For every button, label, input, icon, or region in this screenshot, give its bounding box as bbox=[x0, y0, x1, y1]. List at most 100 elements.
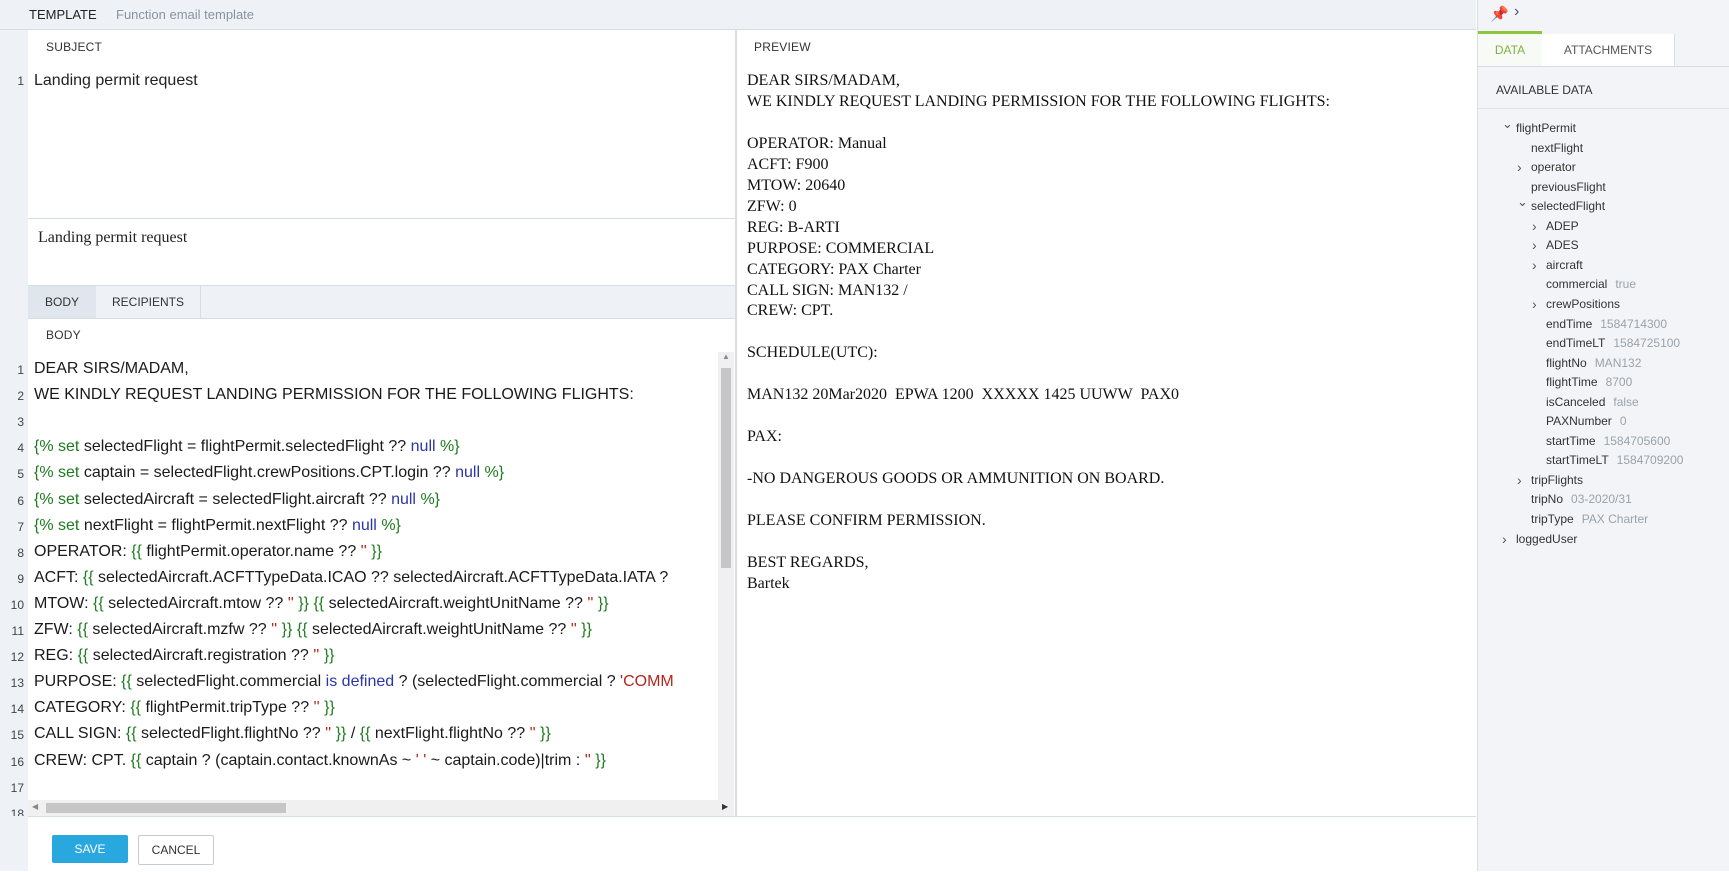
tree-item-label: flightNo bbox=[1546, 355, 1587, 370]
tree-item[interactable]: flightPermit bbox=[1516, 121, 1576, 135]
body-line-number: 14 bbox=[10, 702, 24, 717]
tree-item[interactable]: PAXNumber 0 bbox=[1546, 414, 1627, 428]
code-line[interactable]: ACFT: {{ selectedAircraft.ACFTTypeData.I… bbox=[34, 569, 668, 587]
tree-item[interactable]: nextFlight bbox=[1531, 141, 1583, 155]
code-vertical-scrollbar[interactable]: ▲ bbox=[718, 352, 734, 802]
tab-recipients[interactable]: RECIPIENTS bbox=[96, 286, 201, 318]
code-line[interactable]: {% set selectedFlight = flightPermit.sel… bbox=[34, 438, 460, 456]
code-line[interactable]: CREW: CPT. {{ captain ? (captain.contact… bbox=[34, 752, 606, 770]
chevron-down-icon[interactable]: ⌄ bbox=[1517, 194, 1528, 210]
tree-item[interactable]: endTime 1584714300 bbox=[1546, 317, 1667, 331]
preview-line: MAN132 20Mar2020 EPWA 1200 XXXXX 1425 UU… bbox=[747, 386, 1179, 404]
tree-item[interactable]: previousFlight bbox=[1531, 180, 1606, 194]
chevron-down-icon[interactable]: ⌄ bbox=[1502, 116, 1513, 132]
tree-item[interactable]: crewPositions bbox=[1546, 297, 1620, 311]
code-line[interactable]: REG: {{ selectedAircraft.registration ??… bbox=[34, 647, 335, 665]
code-line[interactable]: {% set selectedAircraft = selectedFlight… bbox=[34, 491, 440, 509]
subject-editor[interactable]: Landing permit request bbox=[28, 64, 735, 219]
tree-item[interactable]: tripFlights bbox=[1531, 473, 1583, 487]
code-line[interactable]: ZFW: {{ selectedAircraft.mzfw ?? '' }} {… bbox=[34, 621, 592, 639]
tab-body[interactable]: BODY bbox=[28, 286, 96, 318]
tree-item[interactable]: loggedUser bbox=[1516, 532, 1577, 546]
code-line[interactable]: {% set captain = selectedFlight.crewPosi… bbox=[34, 464, 504, 482]
preview-line: PURPOSE: COMMERCIAL bbox=[747, 239, 935, 257]
code-line[interactable]: DEAR SIRS/MADAM, bbox=[34, 360, 189, 378]
tree-item-value: 03-2020/31 bbox=[1571, 492, 1632, 507]
tree-item-value: 8700 bbox=[1605, 375, 1633, 390]
tree-item[interactable]: aircraft bbox=[1546, 258, 1583, 272]
pin-icon[interactable]: 📌 bbox=[1490, 5, 1509, 23]
tree-item-label: flightTime bbox=[1546, 375, 1598, 390]
code-horizontal-scrollbar[interactable]: ◀ ▶ bbox=[28, 800, 734, 816]
code-line[interactable]: CALL SIGN: {{ selectedFlight.flightNo ??… bbox=[34, 725, 551, 743]
preview-line: Bartek bbox=[747, 574, 790, 592]
chevron-right-icon[interactable]: › bbox=[1514, 3, 1519, 21]
tree-item[interactable]: isCanceled false bbox=[1546, 395, 1639, 409]
preview-line: PLEASE CONFIRM PERMISSION. bbox=[747, 511, 986, 529]
preview-line: PAX: bbox=[747, 428, 782, 446]
code-line[interactable]: MTOW: {{ selectedAircraft.mtow ?? '' }} … bbox=[34, 595, 609, 613]
chevron-right-icon[interactable]: › bbox=[1517, 159, 1522, 175]
tree-item-label: previousFlight bbox=[1531, 179, 1606, 194]
preview-line: CALL SIGN: MAN132 / bbox=[747, 281, 908, 299]
template-header-bar: TEMPLATE Function email template bbox=[0, 0, 1476, 30]
chevron-right-icon[interactable]: › bbox=[1532, 296, 1537, 312]
body-line-number: 2 bbox=[17, 389, 24, 404]
footer-gutter bbox=[0, 816, 28, 871]
tree-item-label: aircraft bbox=[1546, 257, 1583, 272]
tree-item-label: isCanceled bbox=[1546, 394, 1606, 409]
horizontal-scroll-thumb[interactable] bbox=[46, 803, 286, 813]
body-line-number: 3 bbox=[17, 415, 24, 430]
tree-item[interactable]: endTimeLT 1584725100 bbox=[1546, 336, 1680, 350]
vertical-scroll-thumb[interactable] bbox=[721, 368, 731, 568]
code-line[interactable]: {% set nextFlight = flightPermit.nextFli… bbox=[34, 517, 401, 535]
tree-item[interactable]: selectedFlight bbox=[1531, 199, 1605, 213]
scroll-left-icon[interactable]: ◀ bbox=[32, 802, 38, 811]
tree-item[interactable]: tripNo 03-2020/31 bbox=[1531, 492, 1632, 506]
tree-item-value: 1584709200 bbox=[1616, 453, 1684, 468]
tree-item[interactable]: startTimeLT 1584709200 bbox=[1546, 453, 1683, 467]
tab-data[interactable]: DATA bbox=[1478, 31, 1542, 66]
save-button[interactable]: SAVE bbox=[52, 835, 128, 863]
tree-item[interactable]: flightNo MAN132 bbox=[1546, 356, 1641, 370]
tree-item[interactable]: flightTime 8700 bbox=[1546, 375, 1632, 389]
tree-item[interactable]: tripType PAX Charter bbox=[1531, 512, 1648, 526]
body-line-number: 9 bbox=[17, 571, 24, 586]
scroll-up-icon[interactable]: ▲ bbox=[722, 352, 730, 361]
code-line[interactable]: OPERATOR: {{ flightPermit.operator.name … bbox=[34, 543, 382, 561]
tree-item[interactable]: ADEP bbox=[1546, 219, 1579, 233]
body-line-number: 13 bbox=[10, 676, 24, 691]
chevron-right-icon[interactable]: › bbox=[1502, 531, 1507, 547]
tree-item-label: nextFlight bbox=[1531, 140, 1584, 155]
chevron-right-icon[interactable]: › bbox=[1517, 472, 1522, 488]
tree-item[interactable]: commercial true bbox=[1546, 277, 1636, 291]
chevron-right-icon[interactable]: › bbox=[1532, 218, 1537, 234]
code-line[interactable]: WE KINDLY REQUEST LANDING PERMISSION FOR… bbox=[34, 386, 634, 404]
cancel-button[interactable]: CANCEL bbox=[138, 835, 214, 865]
tree-item-label: tripNo bbox=[1531, 492, 1564, 507]
chevron-right-icon[interactable]: › bbox=[1532, 257, 1537, 273]
tree-item-label: loggedUser bbox=[1516, 531, 1578, 546]
body-header: BODY bbox=[46, 328, 81, 342]
body-line-number: 12 bbox=[10, 650, 24, 665]
code-line[interactable]: CATEGORY: {{ flightPermit.tripType ?? ''… bbox=[34, 699, 335, 717]
tree-item[interactable]: ADES bbox=[1546, 238, 1579, 252]
tree-item-value: false bbox=[1613, 394, 1639, 409]
tree-item[interactable]: startTime 1584705600 bbox=[1546, 434, 1670, 448]
code-line[interactable]: PURPOSE: {{ selectedFlight.commercial is… bbox=[34, 673, 674, 691]
scroll-right-icon[interactable]: ▶ bbox=[722, 802, 728, 811]
preview-line: -NO DANGEROUS GOODS OR AMMUNITION ON BOA… bbox=[747, 470, 1165, 488]
body-line-number: 15 bbox=[10, 728, 24, 743]
preview-line: MTOW: 20640 bbox=[747, 176, 846, 194]
tree-item[interactable]: operator bbox=[1531, 160, 1576, 174]
body-gutter: 1 2 3 4 5 6 7 8 9 10 11 12 13 14 15 16 17 18 bbox=[0, 288, 28, 821]
preview-pane: PREVIEW DEAR SIRS/MADAM, WE KINDLY REQUES… bbox=[737, 30, 1476, 816]
chevron-right-icon[interactable]: › bbox=[1532, 237, 1537, 253]
tree-item-label: tripFlights bbox=[1531, 472, 1584, 487]
preview-line: DEAR SIRS/MADAM, bbox=[747, 72, 900, 89]
body-code-editor[interactable]: DEAR SIRS/MADAM, WE KINDLY REQUEST LANDIN… bbox=[28, 352, 718, 802]
tree-item-label: ADES bbox=[1546, 238, 1579, 253]
tab-attachments[interactable]: ATTACHMENTS bbox=[1542, 34, 1675, 66]
template-name: Function email template bbox=[116, 7, 255, 22]
tree-item-value: 1584714300 bbox=[1600, 316, 1667, 331]
